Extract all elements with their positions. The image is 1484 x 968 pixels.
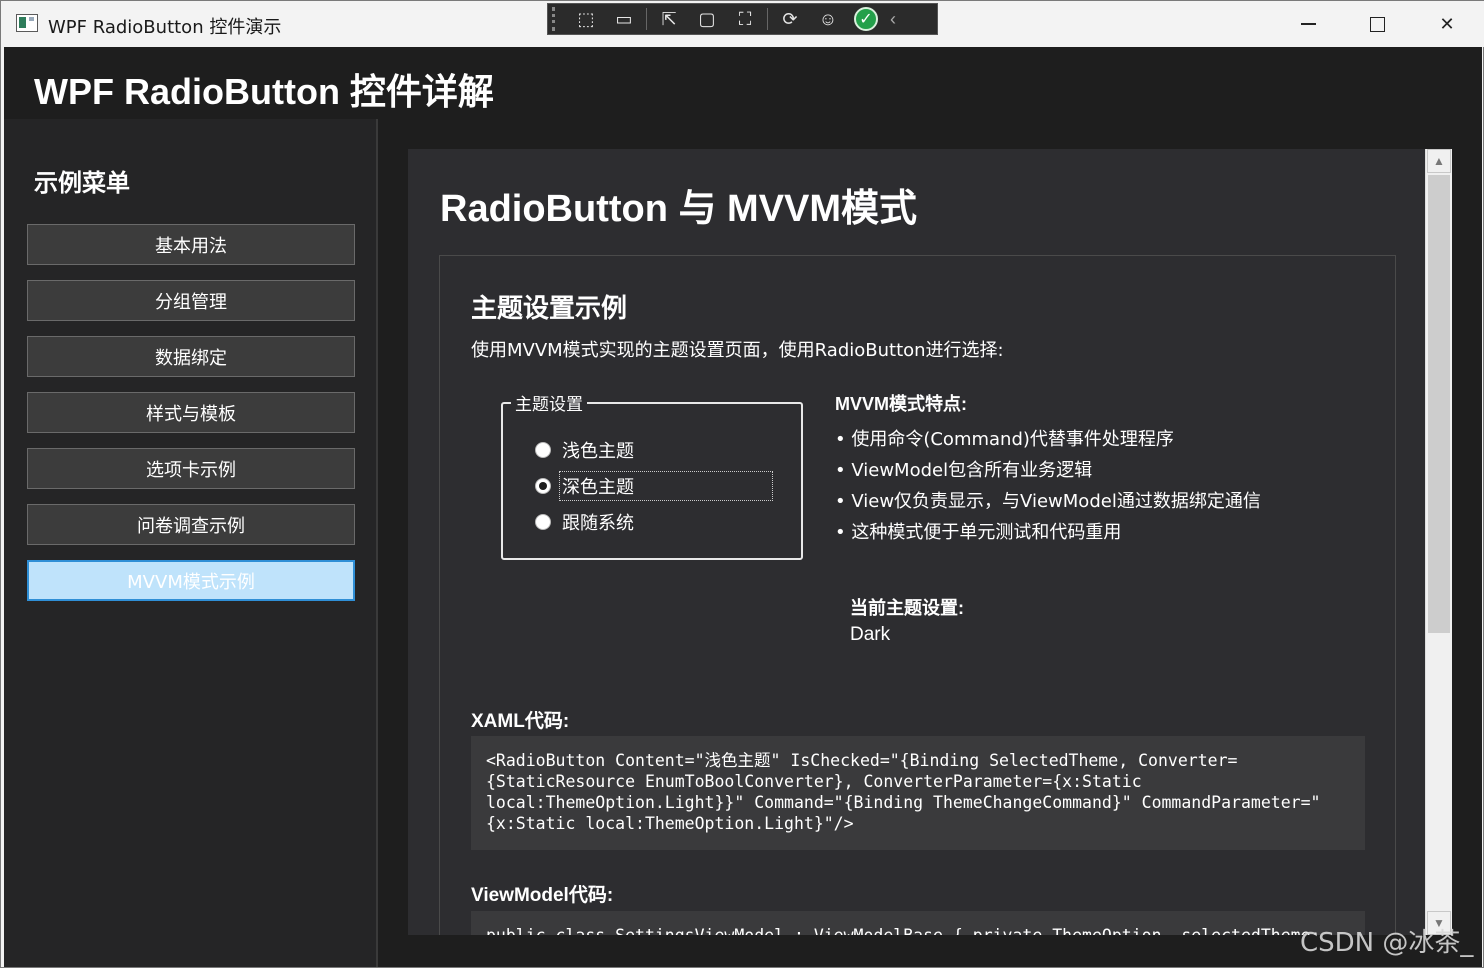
radio-circle[interactable] xyxy=(535,514,551,530)
sidebar-item-tab-example[interactable]: 选项卡示例 xyxy=(27,448,355,489)
app-header: WPF RadioButton 控件详解 xyxy=(4,47,1482,119)
select-element-icon[interactable]: ⬚ xyxy=(570,5,602,33)
card-description: 使用MVVM模式实现的主题设置页面，使用RadioButton进行选择: xyxy=(471,340,1004,361)
sidebar-item-data-binding[interactable]: 数据绑定 xyxy=(27,336,355,377)
feature-item: ViewModel包含所有业务逻辑 xyxy=(835,455,1261,486)
radio-follow-system[interactable]: 跟随系统 xyxy=(535,508,636,536)
window-title: WPF RadioButton 控件演示 xyxy=(48,17,282,38)
close-button[interactable]: ✕ xyxy=(1412,1,1482,47)
toolbar-separator xyxy=(646,8,647,30)
sidebar-item-survey-example[interactable]: 问卷调查示例 xyxy=(27,504,355,545)
xaml-code-title: XAML代码: xyxy=(471,711,570,732)
menu-title: 示例菜单 xyxy=(34,170,130,197)
radio-circle[interactable] xyxy=(535,442,551,458)
groupbox-legend: 主题设置 xyxy=(511,390,587,415)
feature-item: 这种模式便于单元测试和代码重用 xyxy=(835,517,1261,548)
feature-item: View仅负责显示，与ViewModel通过数据绑定通信 xyxy=(835,486,1260,517)
radio-dark-theme[interactable]: 深色主题 xyxy=(535,471,773,501)
maximize-button[interactable] xyxy=(1342,1,1412,47)
theme-card: 主题设置示例 使用MVVM模式实现的主题设置页面，使用RadioButton进行… xyxy=(439,255,1396,935)
sidebar-item-group-management[interactable]: 分组管理 xyxy=(27,280,355,321)
scroll-thumb[interactable] xyxy=(1428,175,1450,633)
card-title: 主题设置示例 xyxy=(471,293,628,323)
maximize-icon xyxy=(1369,16,1385,32)
title-bar: WPF RadioButton 控件演示 ⬚ ▭ ⇱ ▢ ⛶ ⟳ ☺ ✓ ‹ ✕ xyxy=(1,1,1484,47)
hot-reload-icon[interactable]: ⟳ xyxy=(774,5,806,33)
debug-toolbar: ⬚ ▭ ⇱ ▢ ⛶ ⟳ ☺ ✓ ‹ xyxy=(547,3,938,35)
radio-label[interactable]: 浅色主题 xyxy=(560,436,636,464)
toolbar-separator xyxy=(767,8,768,30)
scroll-up-icon[interactable]: ▲ xyxy=(1427,149,1451,173)
current-theme-value: Dark xyxy=(850,624,891,645)
features-title: MVVM模式特点: xyxy=(835,394,967,414)
radio-circle[interactable] xyxy=(535,478,551,494)
checkmark-icon[interactable]: ✓ xyxy=(854,7,878,31)
minimize-icon xyxy=(1300,23,1316,25)
current-theme-label: 当前主题设置: xyxy=(850,598,964,618)
collapse-icon[interactable]: ‹ xyxy=(890,9,896,30)
viewmodel-code-title: ViewModel代码: xyxy=(471,885,614,906)
sidebar-item-basic-usage[interactable]: 基本用法 xyxy=(27,224,355,265)
xaml-code-block: <RadioButton Content="浅色主题" IsChecked="{… xyxy=(471,736,1365,850)
app-icon xyxy=(16,14,38,32)
video-icon[interactable]: ▭ xyxy=(608,5,640,33)
app-content: WPF RadioButton 控件详解 示例菜单 基本用法 分组管理 数据绑定… xyxy=(4,47,1482,967)
app-title: WPF RadioButton 控件详解 xyxy=(34,71,494,112)
cursor-icon[interactable]: ⇱ xyxy=(653,5,685,33)
sidebar-item-mvvm-example[interactable]: MVVM模式示例 xyxy=(27,560,355,601)
radio-label[interactable]: 跟随系统 xyxy=(560,508,636,536)
watermark: CSDN @冰茶_ xyxy=(1300,928,1474,958)
grip-icon[interactable] xyxy=(552,7,564,31)
sidebar: 示例菜单 基本用法 分组管理 数据绑定 样式与模板 选项卡示例 问卷调查示例 M… xyxy=(4,119,378,967)
layout-adorner-icon[interactable]: ▢ xyxy=(691,5,723,33)
theme-groupbox: 主题设置 浅色主题 深色主题 跟随系统 xyxy=(501,390,803,560)
features-list: 使用命令(Command)代替事件处理程序 ViewModel包含所有业务逻辑 … xyxy=(835,424,1261,548)
page-title: RadioButton 与 MVVM模式 xyxy=(440,188,918,230)
feature-item: 使用命令(Command)代替事件处理程序 xyxy=(835,424,1261,455)
radio-label[interactable]: 深色主题 xyxy=(559,471,773,501)
main-content: RadioButton 与 MVVM模式 主题设置示例 使用MVVM模式实现的主… xyxy=(408,149,1425,935)
vertical-scrollbar[interactable]: ▲ ▼ xyxy=(1425,149,1452,935)
sidebar-item-styles-templates[interactable]: 样式与模板 xyxy=(27,392,355,433)
radio-light-theme[interactable]: 浅色主题 xyxy=(535,436,636,464)
track-focus-icon[interactable]: ⛶ xyxy=(729,5,761,33)
app-window: WPF RadioButton 控件演示 ⬚ ▭ ⇱ ▢ ⛶ ⟳ ☺ ✓ ‹ ✕… xyxy=(0,0,1484,968)
accessibility-icon[interactable]: ☺ xyxy=(812,5,844,33)
viewmodel-code-block: public class SettingsViewModel : ViewMod… xyxy=(471,911,1365,935)
minimize-button[interactable] xyxy=(1273,1,1343,47)
